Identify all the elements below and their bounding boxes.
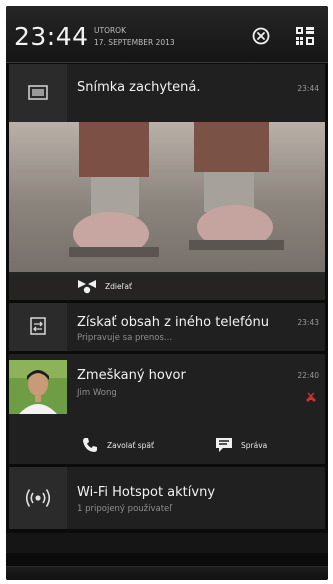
notification-title: Zmeškaný hovor <box>77 368 186 383</box>
caller-avatar <box>9 360 67 414</box>
share-icon <box>78 280 96 294</box>
notification-drawer: 23:44 UTOROK 17. SEPTEMBER 2013 Snímka z… <box>6 6 328 580</box>
call-back-button[interactable]: Zavolať späť <box>81 436 154 454</box>
message-icon <box>216 438 232 452</box>
notification-screenshot[interactable]: Snímka zachytená. 23:44 Zdieľať <box>9 64 325 300</box>
quick-settings-button[interactable] <box>295 26 315 46</box>
missed-call-icon <box>305 389 317 408</box>
notification-missed-call[interactable]: Zmeškaný hovor Jim Wong 22:40 Zavolať sp… <box>9 354 325 464</box>
message-label: Správa <box>241 440 268 450</box>
notification-subtitle: Jim Wong <box>77 388 117 398</box>
notification-icon-box <box>9 467 67 529</box>
transfer-icon <box>30 317 46 335</box>
message-button[interactable]: Správa <box>215 436 267 454</box>
close-circle-icon <box>252 27 270 45</box>
hotspot-icon <box>25 489 51 507</box>
phone-icon <box>83 438 97 452</box>
notification-time: 22:40 <box>297 371 319 380</box>
screenshot-icon <box>28 85 48 100</box>
drawer-empty-area <box>6 533 328 553</box>
share-label: Zdieľať <box>105 281 132 291</box>
screenshot-preview-graphic <box>9 122 325 300</box>
notification-transfer[interactable]: Získať obsah z iného telefónu Pripravuje… <box>9 303 325 351</box>
clock: 23:44 <box>14 22 89 51</box>
notification-subtitle: 1 pripojený používateľ <box>77 504 173 514</box>
call-back-label: Zavolať späť <box>107 440 154 450</box>
caller-photo <box>9 360 67 414</box>
notification-subtitle: Pripravuje sa prenos... <box>77 333 173 343</box>
date-label: 17. SEPTEMBER 2013 <box>94 38 175 47</box>
notification-time: 23:43 <box>297 318 319 327</box>
drawer-handle[interactable] <box>6 566 328 580</box>
share-action-button[interactable]: Zdieľať <box>77 278 132 294</box>
clear-all-button[interactable] <box>252 27 270 45</box>
notification-title: Snímka zachytená. <box>77 80 201 95</box>
quick-settings-icon <box>296 27 314 45</box>
notification-time: 23:44 <box>297 84 319 93</box>
status-header: 23:44 UTOROK 17. SEPTEMBER 2013 <box>6 6 328 63</box>
screenshot-preview-image[interactable]: Zdieľať <box>9 122 325 300</box>
day-label: UTOROK <box>94 26 127 35</box>
notification-icon-box <box>9 303 67 351</box>
notification-title: Wi-Fi Hotspot aktívny <box>77 485 216 500</box>
notification-icon-box <box>9 64 67 122</box>
notification-title: Získať obsah z iného telefónu <box>77 315 269 330</box>
notification-hotspot[interactable]: Wi-Fi Hotspot aktívny 1 pripojený použív… <box>9 467 325 529</box>
